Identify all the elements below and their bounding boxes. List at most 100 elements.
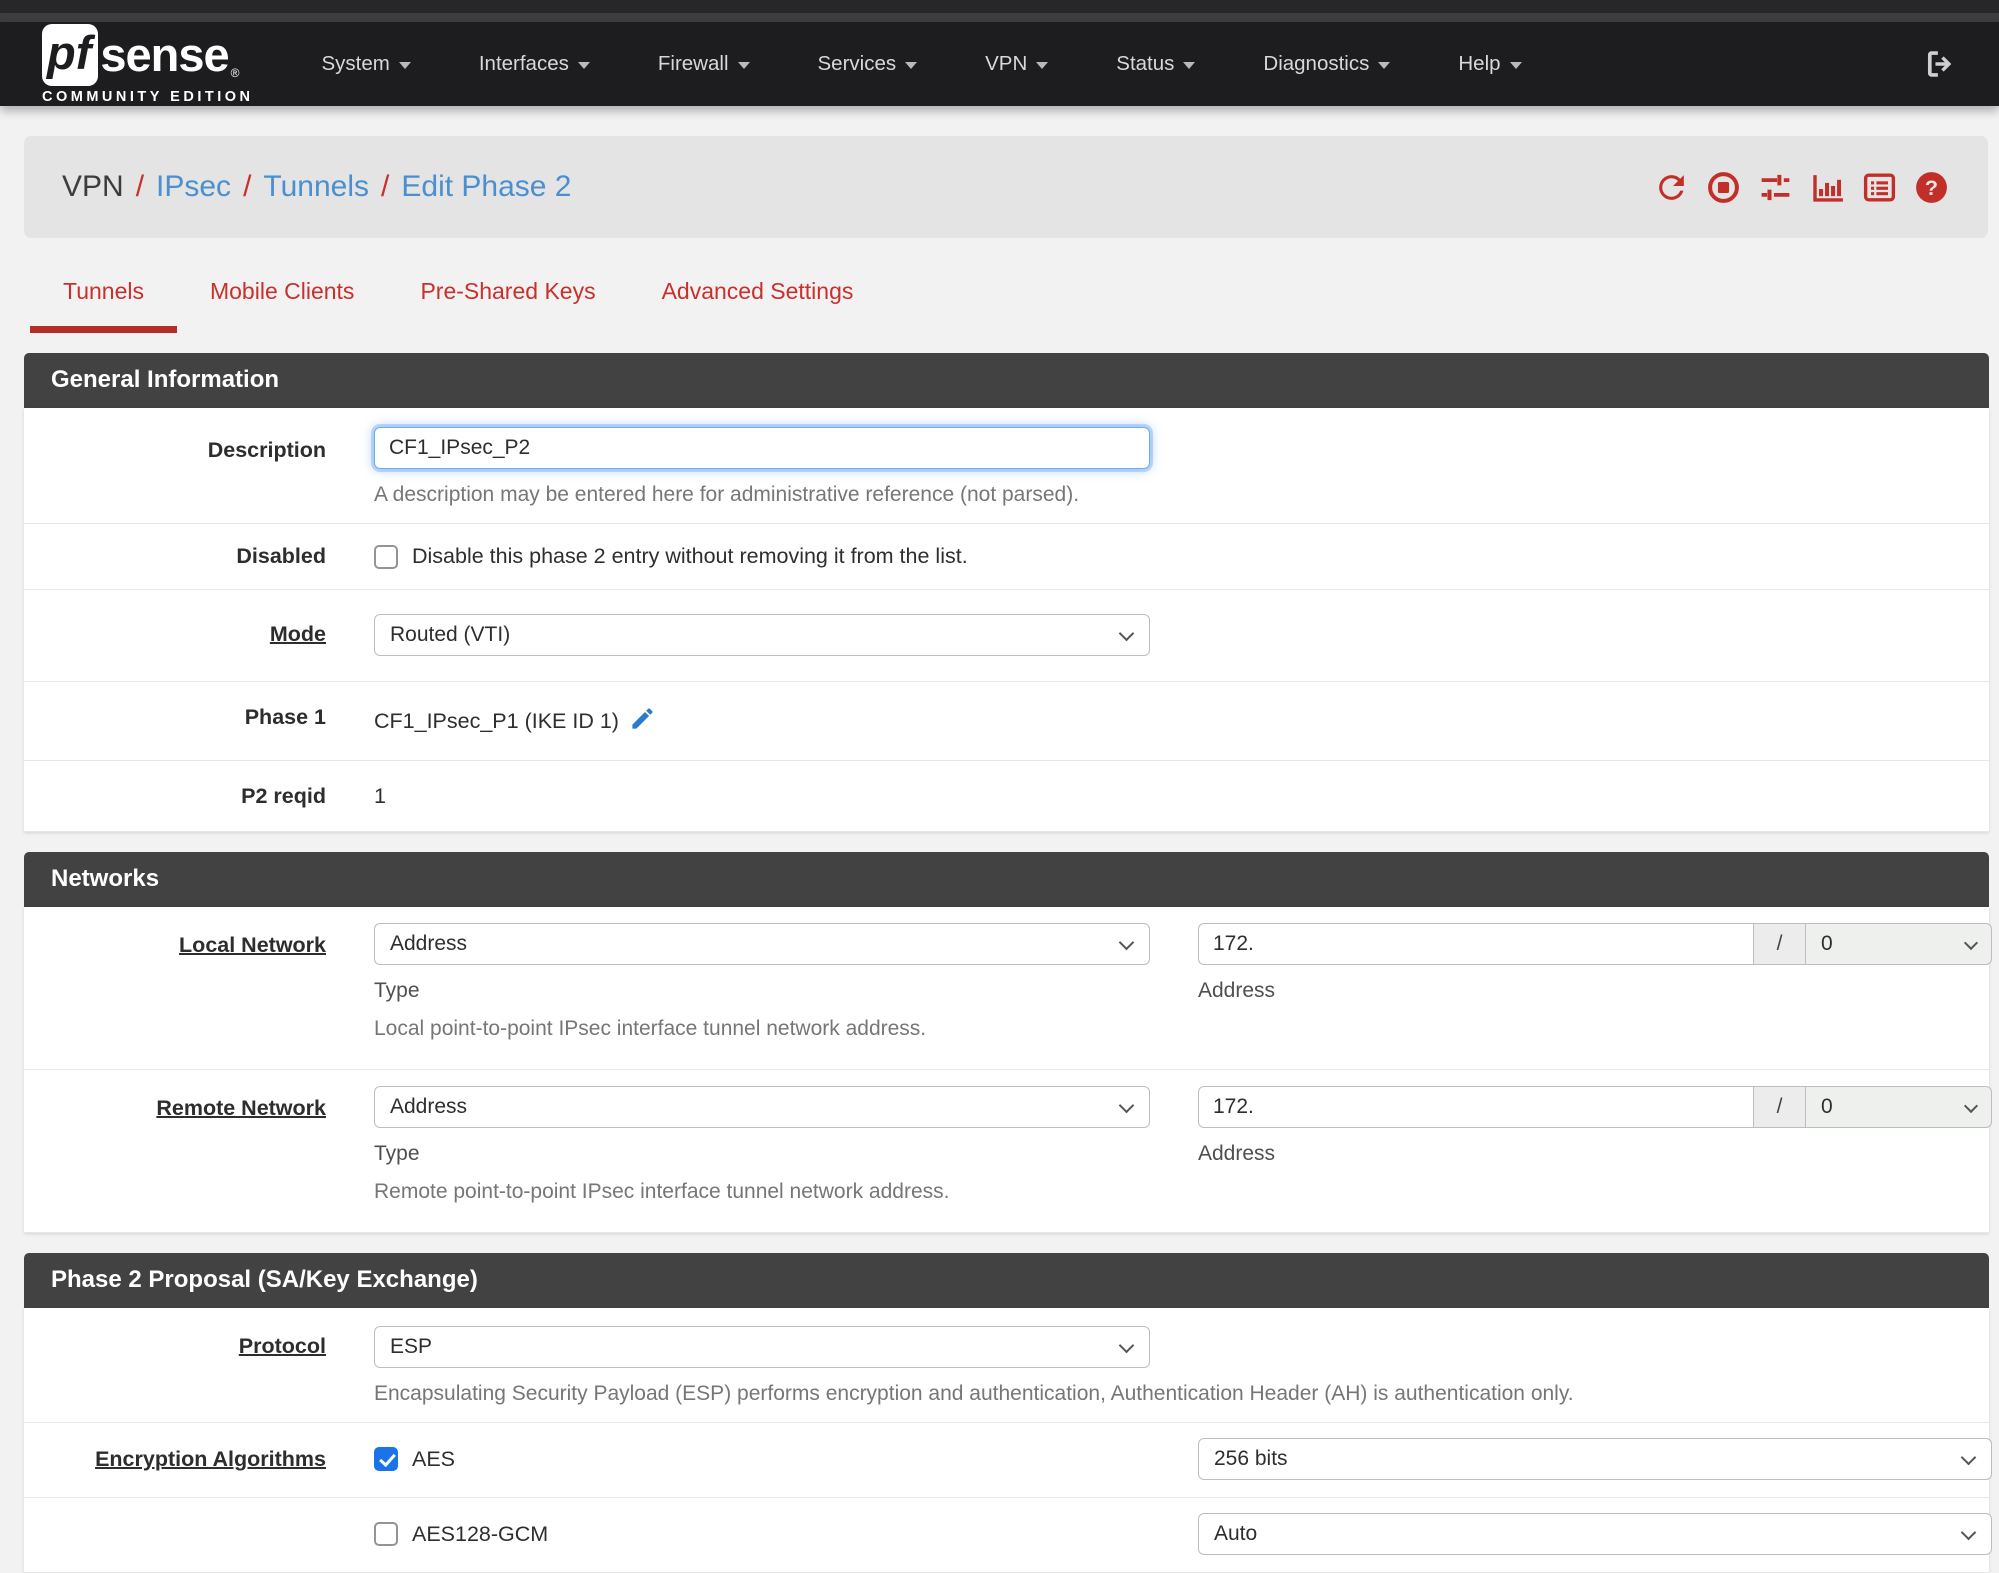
sign-out-icon: [1927, 51, 1952, 77]
menu-diagnostics[interactable]: Diagnostics: [1229, 52, 1424, 76]
sliders-icon[interactable]: [1757, 169, 1794, 206]
protocol-label[interactable]: Protocol: [239, 1334, 326, 1358]
chevron-down-icon: [1118, 625, 1135, 642]
description-input[interactable]: [374, 427, 1150, 469]
crumb-ipsec[interactable]: IPsec: [156, 170, 231, 204]
logo-pf-mark: pf: [42, 23, 99, 86]
local-network-label[interactable]: Local Network: [179, 933, 326, 957]
menu-help[interactable]: Help: [1424, 52, 1555, 76]
local-type-caption: Type: [374, 979, 420, 1002]
panel-title: General Information: [24, 353, 1989, 408]
chevron-down-icon: [1118, 1337, 1135, 1354]
mode-label[interactable]: Mode: [270, 622, 326, 646]
logo-sense-text: sense: [100, 28, 229, 81]
encryption-algorithms-label[interactable]: Encryption Algorithms: [95, 1447, 326, 1471]
address-slash-addon: /: [1754, 1086, 1806, 1128]
description-help: A description may be entered here for ad…: [374, 483, 1080, 506]
chevron-down-icon: [1960, 1449, 1977, 1466]
menu-services[interactable]: Services: [784, 52, 952, 76]
logout-button[interactable]: [1923, 47, 1957, 81]
row-mode: Mode Routed (VTI): [24, 590, 1989, 682]
aes-bits-select[interactable]: 256 bits: [1198, 1438, 1992, 1480]
chevron-down-icon: [398, 62, 411, 69]
menu-status[interactable]: Status: [1082, 52, 1229, 76]
registered-mark: ®: [230, 65, 240, 80]
row-p2-reqid: P2 reqid 1: [24, 761, 1989, 832]
tab-pre-shared-keys[interactable]: Pre-Shared Keys: [387, 264, 628, 333]
bar-chart-icon[interactable]: [1809, 169, 1846, 206]
menu-vpn[interactable]: VPN: [951, 52, 1082, 76]
chevron-down-icon: [1118, 1097, 1135, 1114]
disabled-checkbox-label: Disable this phase 2 entry without remov…: [412, 544, 968, 568]
svg-text:?: ?: [1925, 175, 1938, 200]
row-protocol: Protocol ESP Encapsulating Security Payl…: [24, 1308, 1989, 1423]
chevron-down-icon: [1960, 1524, 1977, 1541]
window-sub-strip: [0, 13, 1999, 22]
row-encryption-aes128gcm: AES128-GCM Auto: [24, 1498, 1992, 1573]
disabled-checkbox[interactable]: [374, 544, 398, 569]
menu-interfaces[interactable]: Interfaces: [445, 52, 624, 76]
aes128-gcm-checkbox[interactable]: [374, 1522, 398, 1546]
row-phase1: Phase 1 CF1_IPsec_P1 (IKE ID 1): [24, 682, 1989, 761]
page-tabs: Tunnels Mobile Clients Pre-Shared Keys A…: [30, 264, 1989, 333]
menu-firewall[interactable]: Firewall: [624, 52, 784, 76]
help-icon[interactable]: ?: [1913, 169, 1950, 206]
protocol-select[interactable]: ESP: [374, 1326, 1150, 1368]
chevron-down-icon: [1036, 62, 1049, 69]
stop-circle-icon[interactable]: [1705, 169, 1742, 206]
edit-pencil-icon[interactable]: [629, 705, 656, 738]
tab-tunnels[interactable]: Tunnels: [30, 264, 177, 333]
local-mask-select[interactable]: 0: [1806, 923, 1992, 965]
aes-label: AES: [412, 1446, 456, 1471]
chevron-down-icon: [737, 62, 750, 69]
remote-mask-select[interactable]: 0: [1806, 1086, 1992, 1128]
tab-advanced-settings[interactable]: Advanced Settings: [629, 264, 887, 333]
breadcrumb: VPN / IPsec / Tunnels / Edit Phase 2: [62, 170, 572, 204]
tab-mobile-clients[interactable]: Mobile Clients: [177, 264, 387, 333]
remote-network-help: Remote point-to-point IPsec interface tu…: [374, 1180, 950, 1203]
row-remote-network: Remote Network Address Type Remote point…: [24, 1070, 1992, 1233]
local-address-caption: Address: [1198, 979, 1276, 1002]
remote-network-label[interactable]: Remote Network: [156, 1096, 326, 1120]
row-disabled: Disabled Disable this phase 2 entry with…: [24, 524, 1989, 590]
p2-reqid-value: 1: [374, 784, 386, 808]
chevron-down-icon: [1118, 934, 1135, 951]
chevron-down-icon: [905, 62, 918, 69]
main-menu: System Interfaces Firewall Services VPN …: [287, 52, 1555, 76]
crumb-vpn: VPN: [62, 170, 124, 203]
panel-title: Networks: [24, 852, 1989, 907]
row-local-network: Local Network Address Type Local point-t…: [24, 907, 1992, 1070]
remote-address-input[interactable]: [1198, 1086, 1754, 1128]
menu-system[interactable]: System: [287, 52, 444, 76]
row-description: Description A description may be entered…: [24, 408, 1989, 524]
list-icon[interactable]: [1861, 169, 1898, 206]
chevron-down-icon: [1963, 935, 1979, 951]
aes128-gcm-bits-select[interactable]: Auto: [1198, 1513, 1992, 1555]
panel-phase2-proposal: Phase 2 Proposal (SA/Key Exchange) Proto…: [24, 1253, 1992, 1573]
chevron-down-icon: [1378, 62, 1391, 69]
panel-networks: Networks Local Network Address Type Loca…: [24, 852, 1992, 1233]
panel-title: Phase 2 Proposal (SA/Key Exchange): [24, 1253, 1989, 1308]
window-top-strip: [0, 0, 1999, 13]
logo-edition-text: COMMUNITY EDITION: [42, 88, 254, 105]
panel-general-information: General Information Description A descri…: [24, 353, 1989, 832]
phase1-label: Phase 1: [244, 705, 326, 729]
chevron-down-icon: [1509, 62, 1522, 69]
chevron-down-icon: [1963, 1098, 1979, 1114]
breadcrumb-bar: VPN / IPsec / Tunnels / Edit Phase 2 ?: [24, 136, 1988, 238]
aes-checkbox[interactable]: [374, 1447, 398, 1471]
crumb-tunnels[interactable]: Tunnels: [263, 170, 369, 204]
crumb-edit-phase2[interactable]: Edit Phase 2: [401, 170, 571, 204]
row-encryption-aes: Encryption Algorithms AES 256 bits: [24, 1423, 1992, 1498]
mode-select[interactable]: Routed (VTI): [374, 614, 1150, 656]
refresh-icon[interactable]: [1653, 169, 1690, 206]
local-address-input[interactable]: [1198, 923, 1754, 965]
pfsense-logo[interactable]: pf sense ® COMMUNITY EDITION: [42, 23, 254, 105]
p2-reqid-label: P2 reqid: [241, 784, 326, 808]
chevron-down-icon: [577, 62, 590, 69]
protocol-help: Encapsulating Security Payload (ESP) per…: [374, 1382, 1574, 1405]
remote-network-type-select[interactable]: Address: [374, 1086, 1150, 1128]
local-network-type-select[interactable]: Address: [374, 923, 1150, 965]
local-network-help: Local point-to-point IPsec interface tun…: [374, 1017, 927, 1040]
page-action-icons: ?: [1653, 169, 1950, 206]
